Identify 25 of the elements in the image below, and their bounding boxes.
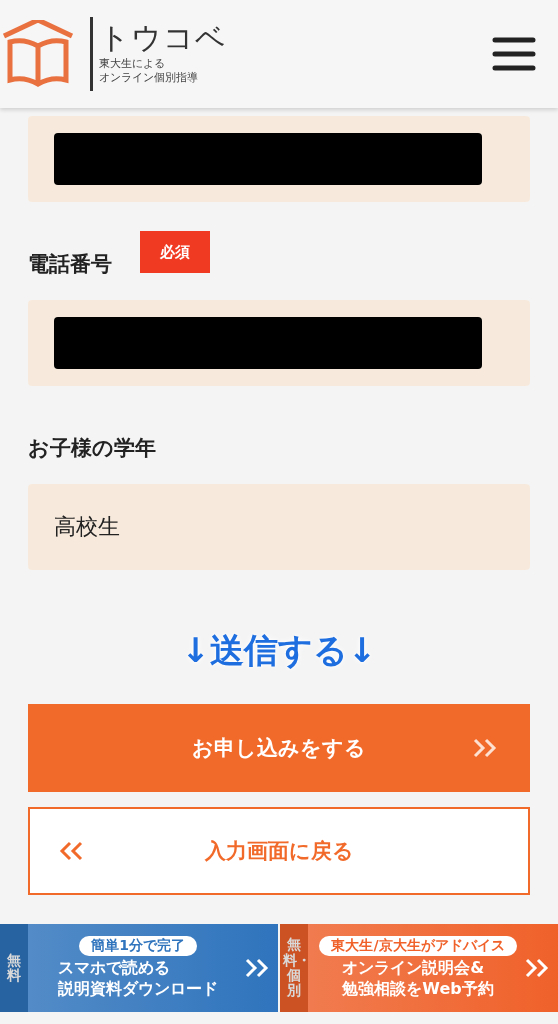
banner-link[interactable]: 無料 簡単1分で完了 スマホで読める 説明資料ダウンロード: [0, 924, 278, 1012]
banner-text: オンライン説明会& 勉強相談をWeb予約: [342, 958, 494, 1000]
field-label: お子様の学年: [28, 435, 156, 462]
back-button[interactable]: 入力画面に戻る: [28, 807, 530, 895]
banner-link[interactable]: 無料・個別 東大生/京大生がアドバイス オンライン説明会& 勉強相談をWeb予約: [280, 924, 558, 1012]
book-house-logo-icon: [2, 20, 74, 88]
submit-hint: ↓送信する↓: [180, 629, 378, 672]
field-label: 電話番号: [28, 251, 112, 278]
menu-icon[interactable]: [492, 37, 536, 71]
chevron-right-icon: [472, 738, 498, 758]
chevron-right-icon: [524, 958, 550, 978]
input-field[interactable]: [28, 116, 530, 202]
logo-title: トウコベ: [99, 23, 227, 54]
input-field[interactable]: 高校生: [28, 484, 530, 570]
field-value: 高校生: [54, 513, 120, 541]
banner-badge: 簡単1分で完了: [79, 936, 197, 957]
required-badge: 必須: [140, 231, 210, 273]
input-field[interactable]: [28, 300, 530, 386]
logo-subtitle: オンライン個別指導: [99, 71, 199, 85]
submit-button[interactable]: お申し込みをする: [28, 704, 530, 792]
chevron-right-icon: [244, 958, 270, 978]
logo-subtitle: 東大生による: [99, 57, 166, 71]
banner-badge: 東大生/京大生がアドバイス: [319, 936, 517, 957]
banner-text: スマホで読める 説明資料ダウンロード: [58, 958, 218, 1000]
chevron-left-icon: [58, 841, 84, 861]
